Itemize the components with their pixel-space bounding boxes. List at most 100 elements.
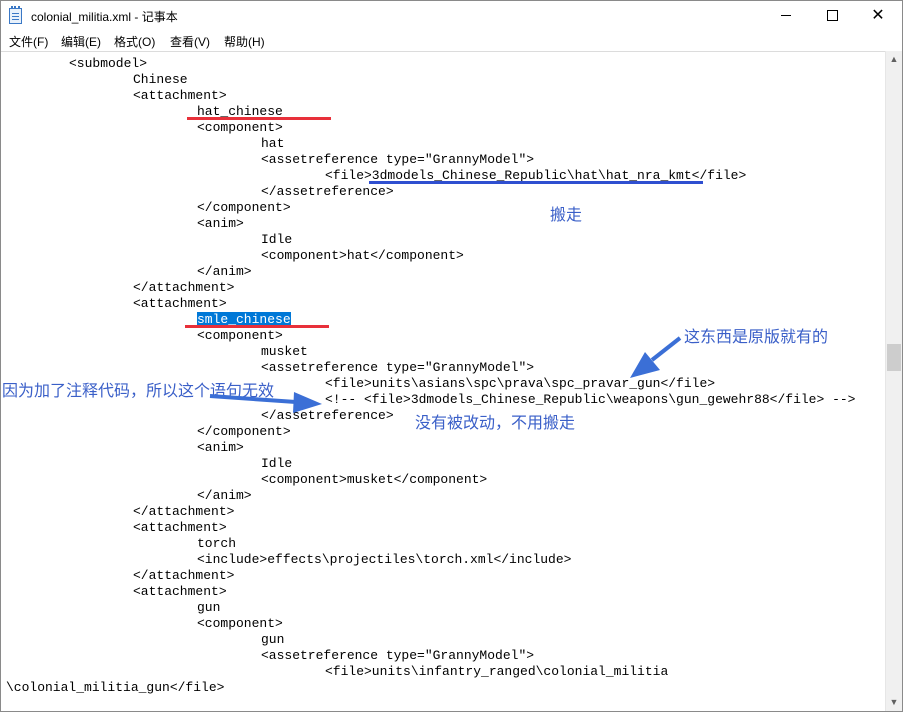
menu-help[interactable]: 帮助(H) [224,33,265,50]
scroll-up-arrow-icon[interactable]: ▲ [886,51,902,68]
line-text: <component> [197,616,283,631]
text-line: <component> [197,616,283,632]
window-title: colonial_militia.xml - 记事本 [31,10,178,24]
text-line: hat_chinese [197,104,283,120]
text-line: </attachment> [133,280,234,296]
text-line: musket [261,344,308,360]
line-text: <attachment> [133,584,227,599]
line-text: <assetreference type="GrannyModel"> [261,360,535,375]
line-text: Chinese [133,72,188,87]
line-text: torch [197,536,237,551]
selected-text[interactable]: smle_chinese [197,312,291,327]
line-text: <attachment> [133,520,227,535]
line-text: <component>hat</component> [261,248,464,263]
text-line: <attachment> [133,584,227,600]
minimize-icon [781,15,791,17]
line-text: <component>musket</component> [261,472,488,487]
line-text: <include>effects\projectiles\torch.xml</… [197,552,572,567]
scroll-down-arrow-icon[interactable]: ▼ [886,694,902,711]
line-text: gun [261,632,285,647]
menu-edit[interactable]: 编辑(E) [61,33,101,50]
text-line: </attachment> [133,504,234,520]
text-line: <assetreference type="GrannyModel"> [261,360,534,376]
line-text: hat [261,136,285,151]
line-text: \colonial_militia_gun</file> [6,680,225,695]
line-text: <assetreference type="GrannyModel"> [261,152,535,167]
line-text: <!-- <file>3dmodels_Chinese_Republic\wea… [325,392,856,407]
line-text: <attachment> [133,296,227,311]
line-text: </assetreference> [261,408,394,423]
text-line: <component> [197,120,283,136]
text-line: gun [197,600,220,616]
text-line: hat [261,136,284,152]
text-editor[interactable]: <submodel> Chinese <attachment> hat_chin… [1,51,885,711]
text-line: <anim> [197,440,244,456]
line-text: <file>3dmodels_Chinese_Republic\hat\hat_… [325,168,747,183]
notepad-window: colonial_militia.xml - 记事本 ✕ 文件(F) 编辑(E)… [0,0,903,712]
menu-view[interactable]: 查看(V) [170,33,210,50]
maximize-button[interactable] [809,1,855,31]
text-line: <anim> [197,216,244,232]
line-text: Idle [261,456,293,471]
line-text: <component> [197,120,283,135]
text-line: </component> [197,424,291,440]
text-line: Idle [261,232,292,248]
text-line: </attachment> [133,568,234,584]
text-line: <component>musket</component> [261,472,487,488]
line-text: <anim> [197,216,244,231]
close-button[interactable]: ✕ [855,1,901,31]
text-line: <attachment> [133,520,227,536]
line-text: </anim> [197,264,252,279]
line-text: musket [261,344,308,359]
text-line: Chinese [133,72,188,88]
menu-bar: 文件(F) 编辑(E) 格式(O) 查看(V) 帮助(H) [1,31,902,51]
line-text: <file>units\asians\spc\prava\spc_pravar_… [325,376,716,391]
text-line: \colonial_militia_gun</file> [6,680,224,696]
maximize-icon [826,10,838,22]
text-line: <assetreference type="GrannyModel"> [261,648,534,664]
text-line: </component> [197,200,291,216]
line-text: </component> [197,424,291,439]
text-line: <attachment> [133,88,227,104]
minimize-button[interactable] [763,1,809,31]
line-text: <anim> [197,440,244,455]
line-text: <file>units\infantry_ranged\colonial_mil… [325,664,669,679]
text-line: </assetreference> [261,184,394,200]
line-text: <component> [197,328,283,343]
text-line: </anim> [197,264,252,280]
line-text: Idle [261,232,293,247]
text-line: <attachment> [133,296,227,312]
line-text: gun [197,600,221,615]
menu-format[interactable]: 格式(O) [114,33,155,50]
text-line: </assetreference> [261,408,394,424]
text-line: <file>units\asians\spc\prava\spc_pravar_… [325,376,715,392]
text-line: </anim> [197,488,252,504]
text-line: gun [261,632,284,648]
line-text: </attachment> [133,568,235,583]
line-text: <submodel> [69,56,148,71]
text-line: <file>3dmodels_Chinese_Republic\hat\hat_… [325,168,746,184]
title-bar[interactable]: colonial_militia.xml - 记事本 ✕ [1,1,902,31]
text-line: <assetreference type="GrannyModel"> [261,152,534,168]
line-text: </component> [197,200,291,215]
text-line: <include>effects\projectiles\torch.xml</… [197,552,571,568]
text-line: <component>hat</component> [261,248,464,264]
line-text: </assetreference> [261,184,394,199]
text-line: torch [197,536,236,552]
line-text: </attachment> [133,280,235,295]
scroll-thumb[interactable] [887,344,901,371]
text-line: <component> [197,328,283,344]
line-text: <attachment> [133,88,227,103]
text-line: smle_chinese [197,312,291,328]
line-text: hat_chinese [197,104,283,119]
text-line: <submodel> [69,56,147,72]
text-line: <file>units\infantry_ranged\colonial_mil… [325,664,668,680]
text-line: Idle [261,456,292,472]
line-text: <assetreference type="GrannyModel"> [261,648,535,663]
menu-file[interactable]: 文件(F) [9,33,48,50]
vertical-scrollbar[interactable]: ▲ ▼ [885,51,902,711]
text-line: <!-- <file>3dmodels_Chinese_Republic\wea… [325,392,856,408]
notepad-icon [9,6,22,24]
line-text: </attachment> [133,504,235,519]
close-icon: ✕ [871,7,885,24]
